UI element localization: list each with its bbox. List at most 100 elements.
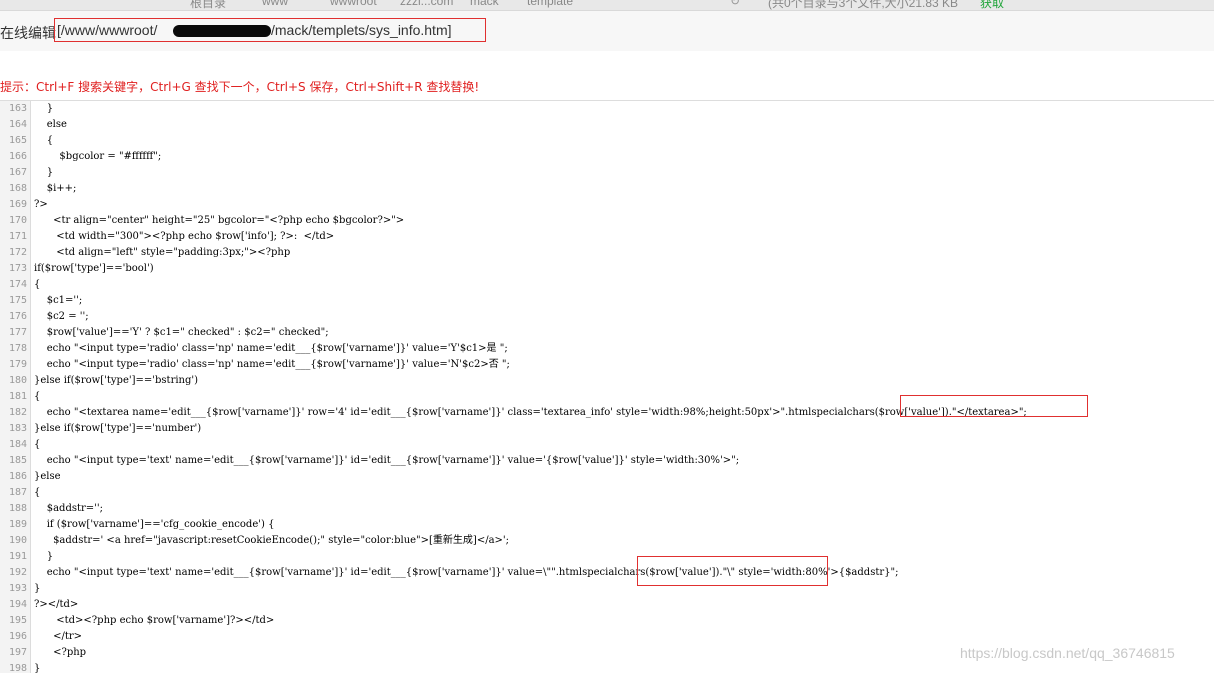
code-text[interactable]: } — [34, 101, 53, 117]
code-line[interactable]: 175 $c1=''; — [0, 293, 1214, 309]
code-text[interactable]: if ($row['varname']=='cfg_cookie_encode'… — [34, 517, 275, 533]
code-text[interactable]: { — [34, 485, 40, 501]
code-text[interactable]: echo "<textarea name='edit___{$row['varn… — [34, 405, 1027, 421]
breadcrumb-fragment[interactable]: 根目录 — [190, 0, 226, 10]
line-number: 180 — [8, 375, 27, 386]
line-number: 187 — [8, 487, 27, 498]
code-text[interactable]: else — [34, 117, 67, 133]
code-text[interactable]: } — [34, 661, 40, 673]
code-text[interactable]: echo "<input type='radio' class='np' nam… — [34, 357, 510, 373]
code-text[interactable]: ?> — [34, 197, 48, 213]
line-number: 189 — [8, 519, 27, 530]
line-number: 191 — [8, 551, 27, 562]
code-text[interactable]: }else if($row['type']=='number') — [34, 421, 201, 437]
code-line[interactable]: 194 ?></td> — [0, 597, 1214, 613]
code-line[interactable]: 192 echo "<input type='text' name='edit_… — [0, 565, 1214, 581]
breadcrumb-fragment[interactable]: mack — [470, 0, 499, 8]
code-line[interactable]: 169 ?> — [0, 197, 1214, 213]
code-text[interactable]: { — [34, 389, 40, 405]
code-line[interactable]: 174 { — [0, 277, 1214, 293]
code-line[interactable]: 173 if($row['type']=='bool') — [0, 261, 1214, 277]
code-editor[interactable]: 163 } 164 else 165 {166 $bgcolor = "#fffff… — [0, 100, 1214, 673]
code-line[interactable]: 188 $addstr=''; — [0, 501, 1214, 517]
line-number: 186 — [8, 471, 27, 482]
code-line[interactable]: 196 </tr> — [0, 629, 1214, 645]
code-text[interactable]: $i++; — [34, 181, 77, 197]
line-number: 164 — [8, 119, 27, 130]
line-number: 182 — [8, 407, 27, 418]
code-line[interactable]: 176 $c2 = ''; — [0, 309, 1214, 325]
code-line[interactable]: 167 } — [0, 165, 1214, 181]
code-text[interactable]: ?></td> — [34, 597, 78, 613]
code-text[interactable]: if($row['type']=='bool') — [34, 261, 154, 277]
code-text[interactable]: echo "<input type='text' name='edit___{$… — [34, 453, 739, 469]
breadcrumb-fragment[interactable]: wwwroot — [330, 0, 377, 8]
code-line[interactable]: 187 { — [0, 485, 1214, 501]
code-line[interactable]: 166 $bgcolor = "#ffffff"; — [0, 149, 1214, 165]
code-text[interactable]: { — [34, 277, 40, 293]
line-number: 173 — [8, 263, 27, 274]
code-line[interactable]: 186 }else — [0, 469, 1214, 485]
code-line[interactable]: 191 } — [0, 549, 1214, 565]
code-text[interactable]: $addstr=''; — [34, 501, 103, 517]
code-line[interactable]: 164 else — [0, 117, 1214, 133]
breadcrumb-fragment[interactable]: zzzi...com — [400, 0, 453, 8]
code-text[interactable]: </tr> — [34, 629, 82, 645]
line-number: 175 — [8, 295, 27, 306]
browser-tab-strip: 根目录 www wwwroot zzzi...com mack template… — [0, 0, 1214, 11]
line-number: 167 — [8, 167, 27, 178]
code-text[interactable]: } — [34, 165, 53, 181]
breadcrumb-fragment[interactable]: template — [527, 0, 573, 8]
line-number: 194 — [8, 599, 27, 610]
file-path-prefix: [/www/wwwroot/ — [57, 22, 158, 38]
code-line[interactable]: 193} — [0, 581, 1214, 597]
editor-label: 在线编辑 — [0, 26, 56, 42]
code-line[interactable]: 179 echo "<input type='radio' class='np'… — [0, 357, 1214, 373]
code-text[interactable]: <tr align="center" height="25" bgcolor="… — [34, 213, 404, 229]
code-text[interactable]: } — [34, 549, 53, 565]
code-text[interactable]: }else if($row['type']=='bstring') — [34, 373, 198, 389]
code-text[interactable]: echo "<input type='radio' class='np' nam… — [34, 341, 508, 357]
code-line[interactable]: 168 $i++; — [0, 181, 1214, 197]
code-line[interactable]: 163 } — [0, 101, 1214, 117]
fetch-link[interactable]: 获取 — [980, 0, 1004, 10]
code-text[interactable]: $c1=''; — [34, 293, 83, 309]
code-text[interactable]: { — [34, 437, 40, 453]
code-line[interactable]: 178 echo "<input type='radio' class='np'… — [0, 341, 1214, 357]
code-line[interactable]: 183 }else if($row['type']=='number') — [0, 421, 1214, 437]
code-line[interactable]: 195 <td><?php echo $row['varname']?></td… — [0, 613, 1214, 629]
code-text[interactable]: }else — [34, 469, 61, 485]
line-number: 177 — [8, 327, 27, 338]
code-text[interactable]: <td><?php echo $row['varname']?></td> — [34, 613, 274, 629]
code-line[interactable]: 171 <td width="300"><?php echo $row['inf… — [0, 229, 1214, 245]
code-text[interactable]: $bgcolor = "#ffffff"; — [34, 149, 161, 165]
code-text[interactable]: $row['value']=='Y' ? $c1=" checked" : $c… — [34, 325, 329, 341]
code-text[interactable]: <td width="300"><?php echo $row['info'];… — [34, 229, 334, 245]
code-text[interactable]: $addstr=' <a href="javascript:resetCooki… — [34, 533, 509, 549]
code-text[interactable]: $c2 = ''; — [34, 309, 89, 325]
line-number: 196 — [8, 631, 27, 642]
code-text[interactable]: <?php — [34, 645, 86, 661]
line-number: 183 — [8, 423, 27, 434]
highlight-box-htmlspecialchars-1 — [900, 395, 1088, 417]
editor-header: 在线编辑 [/www/wwwroot/ /mack/templets/sys_i… — [0, 11, 1214, 51]
editor-title: 在线编辑 — [0, 23, 56, 43]
refresh-icon[interactable]: ↻ — [730, 0, 740, 8]
code-text[interactable]: <td align="left" style="padding:3px;"><?… — [34, 245, 290, 261]
code-line[interactable]: 185 echo "<input type='text' name='edit_… — [0, 453, 1214, 469]
code-line[interactable]: 184 { — [0, 437, 1214, 453]
code-text[interactable]: { — [34, 133, 53, 149]
code-line[interactable]: 172 <td align="left" style="padding:3px;… — [0, 245, 1214, 261]
code-line[interactable]: 190 $addstr=' <a href="javascript:resetC… — [0, 533, 1214, 549]
code-line[interactable]: 177 $row['value']=='Y' ? $c1=" checked" … — [0, 325, 1214, 341]
line-number: 179 — [8, 359, 27, 370]
line-number: 185 — [8, 455, 27, 466]
code-line[interactable]: 170 <tr align="center" height="25" bgcol… — [0, 213, 1214, 229]
code-line[interactable]: 165 { — [0, 133, 1214, 149]
code-line[interactable]: 198} — [0, 661, 1214, 673]
line-number: 193 — [8, 583, 27, 594]
code-line[interactable]: 180 }else if($row['type']=='bstring') — [0, 373, 1214, 389]
code-line[interactable]: 189 if ($row['varname']=='cfg_cookie_enc… — [0, 517, 1214, 533]
breadcrumb-fragment[interactable]: www — [262, 0, 288, 8]
code-text[interactable]: } — [34, 581, 40, 597]
